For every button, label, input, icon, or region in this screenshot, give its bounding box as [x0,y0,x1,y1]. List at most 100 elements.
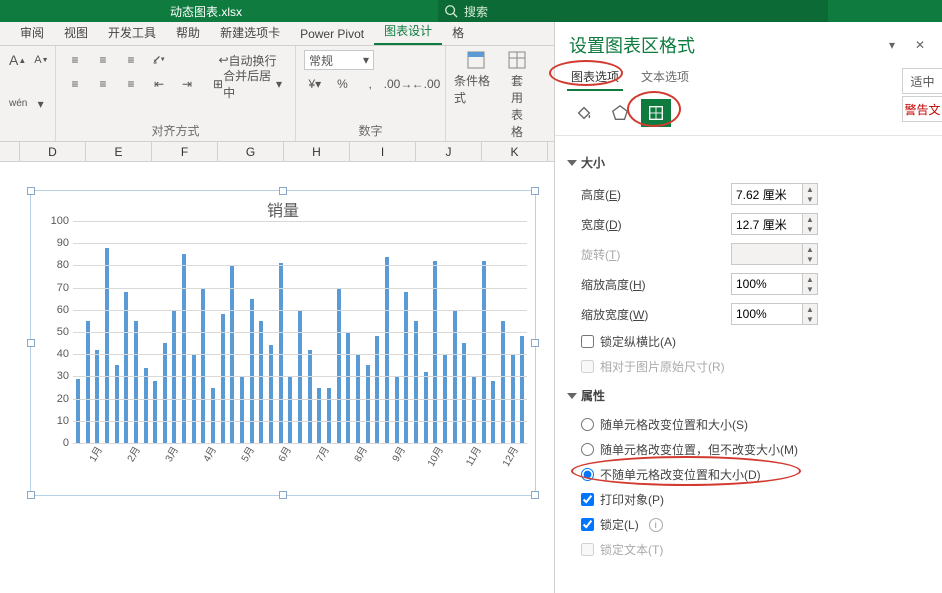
fill-line-category-button[interactable] [569,99,599,127]
scale-height-spinner[interactable]: ▲▼ [731,273,818,295]
embedded-chart[interactable]: 销量 01020304050607080901001月2月3月4月5月6月7月8… [30,190,536,496]
align-right-button[interactable]: ≡ [120,74,142,94]
conditional-format-button[interactable]: 条件格式 [454,50,498,140]
resize-handle[interactable] [27,491,35,499]
height-spinner[interactable]: ▲▼ [731,183,818,205]
align-bottom-button[interactable]: ≡ [120,50,142,70]
spin-up[interactable]: ▲ [803,184,817,194]
align-left-button[interactable]: ≡ [64,74,86,94]
group-label-align: 对齐方式 [64,120,287,139]
percent-button[interactable]: % [332,74,354,94]
col-hdr[interactable]: G [218,142,284,162]
tab-powerpivot[interactable]: Power Pivot [290,23,374,45]
section-properties-header[interactable]: 属性 [569,387,928,404]
increase-font-button[interactable]: A▲ [8,50,27,70]
move-size-radio[interactable]: 随单元格改变位置和大小(S) [569,412,928,437]
indent-dec-button[interactable]: ⇤ [148,74,170,94]
search-placeholder: 搜索 [464,3,488,20]
spin-down: ▼ [803,254,817,264]
merge-center-button[interactable]: ⊞ 合并后居中 ▾ [208,74,287,94]
col-hdr[interactable]: D [20,142,86,162]
search-icon [444,4,458,18]
scale-width-input[interactable] [732,304,802,324]
dec-decimal-button[interactable]: ←.00 [415,74,437,94]
lock-text-checkbox: 锁定文本(T) [569,537,928,562]
format-as-table-button[interactable]: 套用 表格 [506,50,528,140]
table-icon [507,50,527,70]
spin-up[interactable]: ▲ [803,304,817,314]
spin-down[interactable]: ▼ [803,314,817,324]
section-size-header[interactable]: 大小 [569,154,928,171]
indent-inc-button[interactable]: ⇥ [176,74,198,94]
spin-up[interactable]: ▲ [803,214,817,224]
scale-width-spinner[interactable]: ▲▼ [731,303,818,325]
col-hdr[interactable]: E [86,142,152,162]
col-hdr[interactable]: F [152,142,218,162]
tab-view[interactable]: 视图 [54,20,98,45]
paint-bucket-icon [575,104,593,122]
number-format-dropdown[interactable]: 常规▾ [304,50,374,70]
chart-title[interactable]: 销量 [31,191,535,221]
cell-styles-gallery[interactable]: 适中 警告文 [902,68,942,124]
resize-handle[interactable] [531,187,539,195]
tab-review[interactable]: 审阅 [10,20,54,45]
col-hdr[interactable]: H [284,142,350,162]
resize-handle[interactable] [279,187,287,195]
orientation-button[interactable]: ⭹▾ [148,50,170,70]
print-object-checkbox[interactable]: 打印对象(P) [569,487,928,512]
width-input[interactable] [732,214,802,234]
font-dropdown-icon[interactable]: ▾ [34,94,47,114]
resize-handle[interactable] [27,187,35,195]
spin-down[interactable]: ▼ [803,194,817,204]
relative-original-checkbox: 相对于图片原始尺寸(R) [569,354,928,379]
tab-dev[interactable]: 开发工具 [98,20,166,45]
cell-style-neutral[interactable]: 适中 [902,68,942,94]
group-label-font [8,137,47,139]
lock-aspect-checkbox[interactable]: 锁定纵横比(A) [569,329,928,354]
col-hdr[interactable]: K [482,142,548,162]
chevron-down-icon [567,393,577,399]
spin-down[interactable]: ▼ [803,224,817,234]
conditional-format-icon [466,50,486,70]
align-top-button[interactable]: ≡ [64,50,86,70]
spin-down[interactable]: ▼ [803,284,817,294]
chevron-down-icon [567,160,577,166]
align-middle-button[interactable]: ≡ [92,50,114,70]
height-input[interactable] [732,184,802,204]
col-hdr[interactable]: I [350,142,416,162]
chart-plot-area[interactable]: 01020304050607080901001月2月3月4月5月6月7月8月9月… [73,221,527,443]
resize-handle[interactable] [279,491,287,499]
cell-style-warning[interactable]: 警告文 [902,96,942,122]
select-all-corner[interactable] [0,142,20,162]
pane-options-dropdown[interactable]: ▾ [882,35,902,55]
height-label: 高度(E) [581,186,731,203]
width-label: 宽度(D) [581,216,731,233]
accounting-button[interactable]: ¥▾ [304,74,326,94]
resize-handle[interactable] [531,339,539,347]
scale-height-input[interactable] [732,274,802,294]
spin-up[interactable]: ▲ [803,274,817,284]
text-options-tab[interactable]: 文本选项 [639,64,691,89]
rotate-spinner: ▲▼ [731,243,818,265]
align-center-button[interactable]: ≡ [92,74,114,94]
search-box[interactable]: 搜索 [438,0,828,22]
annotation-ellipse [571,456,801,486]
phonetic-button[interactable]: wén [8,94,28,114]
inc-decimal-button[interactable]: .00→ [387,74,409,94]
width-spinner[interactable]: ▲▼ [731,213,818,235]
tab-custom[interactable]: 新建选项卡 [210,20,290,45]
locked-checkbox[interactable]: 锁定(L)i [569,512,928,537]
pane-body: 大小 高度(E) ▲▼ 宽度(D) ▲▼ 旋转(T) ▲▼ 缩放高度(H) ▲▼… [555,140,942,593]
tab-help[interactable]: 帮助 [166,20,210,45]
format-chart-area-pane: 设置图表区格式 ▾ ✕ 图表选项 文本选项 大小 高度(E) ▲▼ 宽度(D) … [554,22,942,593]
tab-chart-design[interactable]: 图表设计 [374,18,442,45]
decrease-font-button[interactable]: A▼ [33,50,49,70]
tab-format[interactable]: 格 [442,20,474,45]
resize-handle[interactable] [27,339,35,347]
annotation-ellipse [627,91,681,127]
resize-handle[interactable] [531,491,539,499]
pane-close-button[interactable]: ✕ [910,35,930,55]
col-hdr[interactable]: J [416,142,482,162]
comma-button[interactable]: , [359,74,381,94]
info-icon[interactable]: i [649,518,663,532]
